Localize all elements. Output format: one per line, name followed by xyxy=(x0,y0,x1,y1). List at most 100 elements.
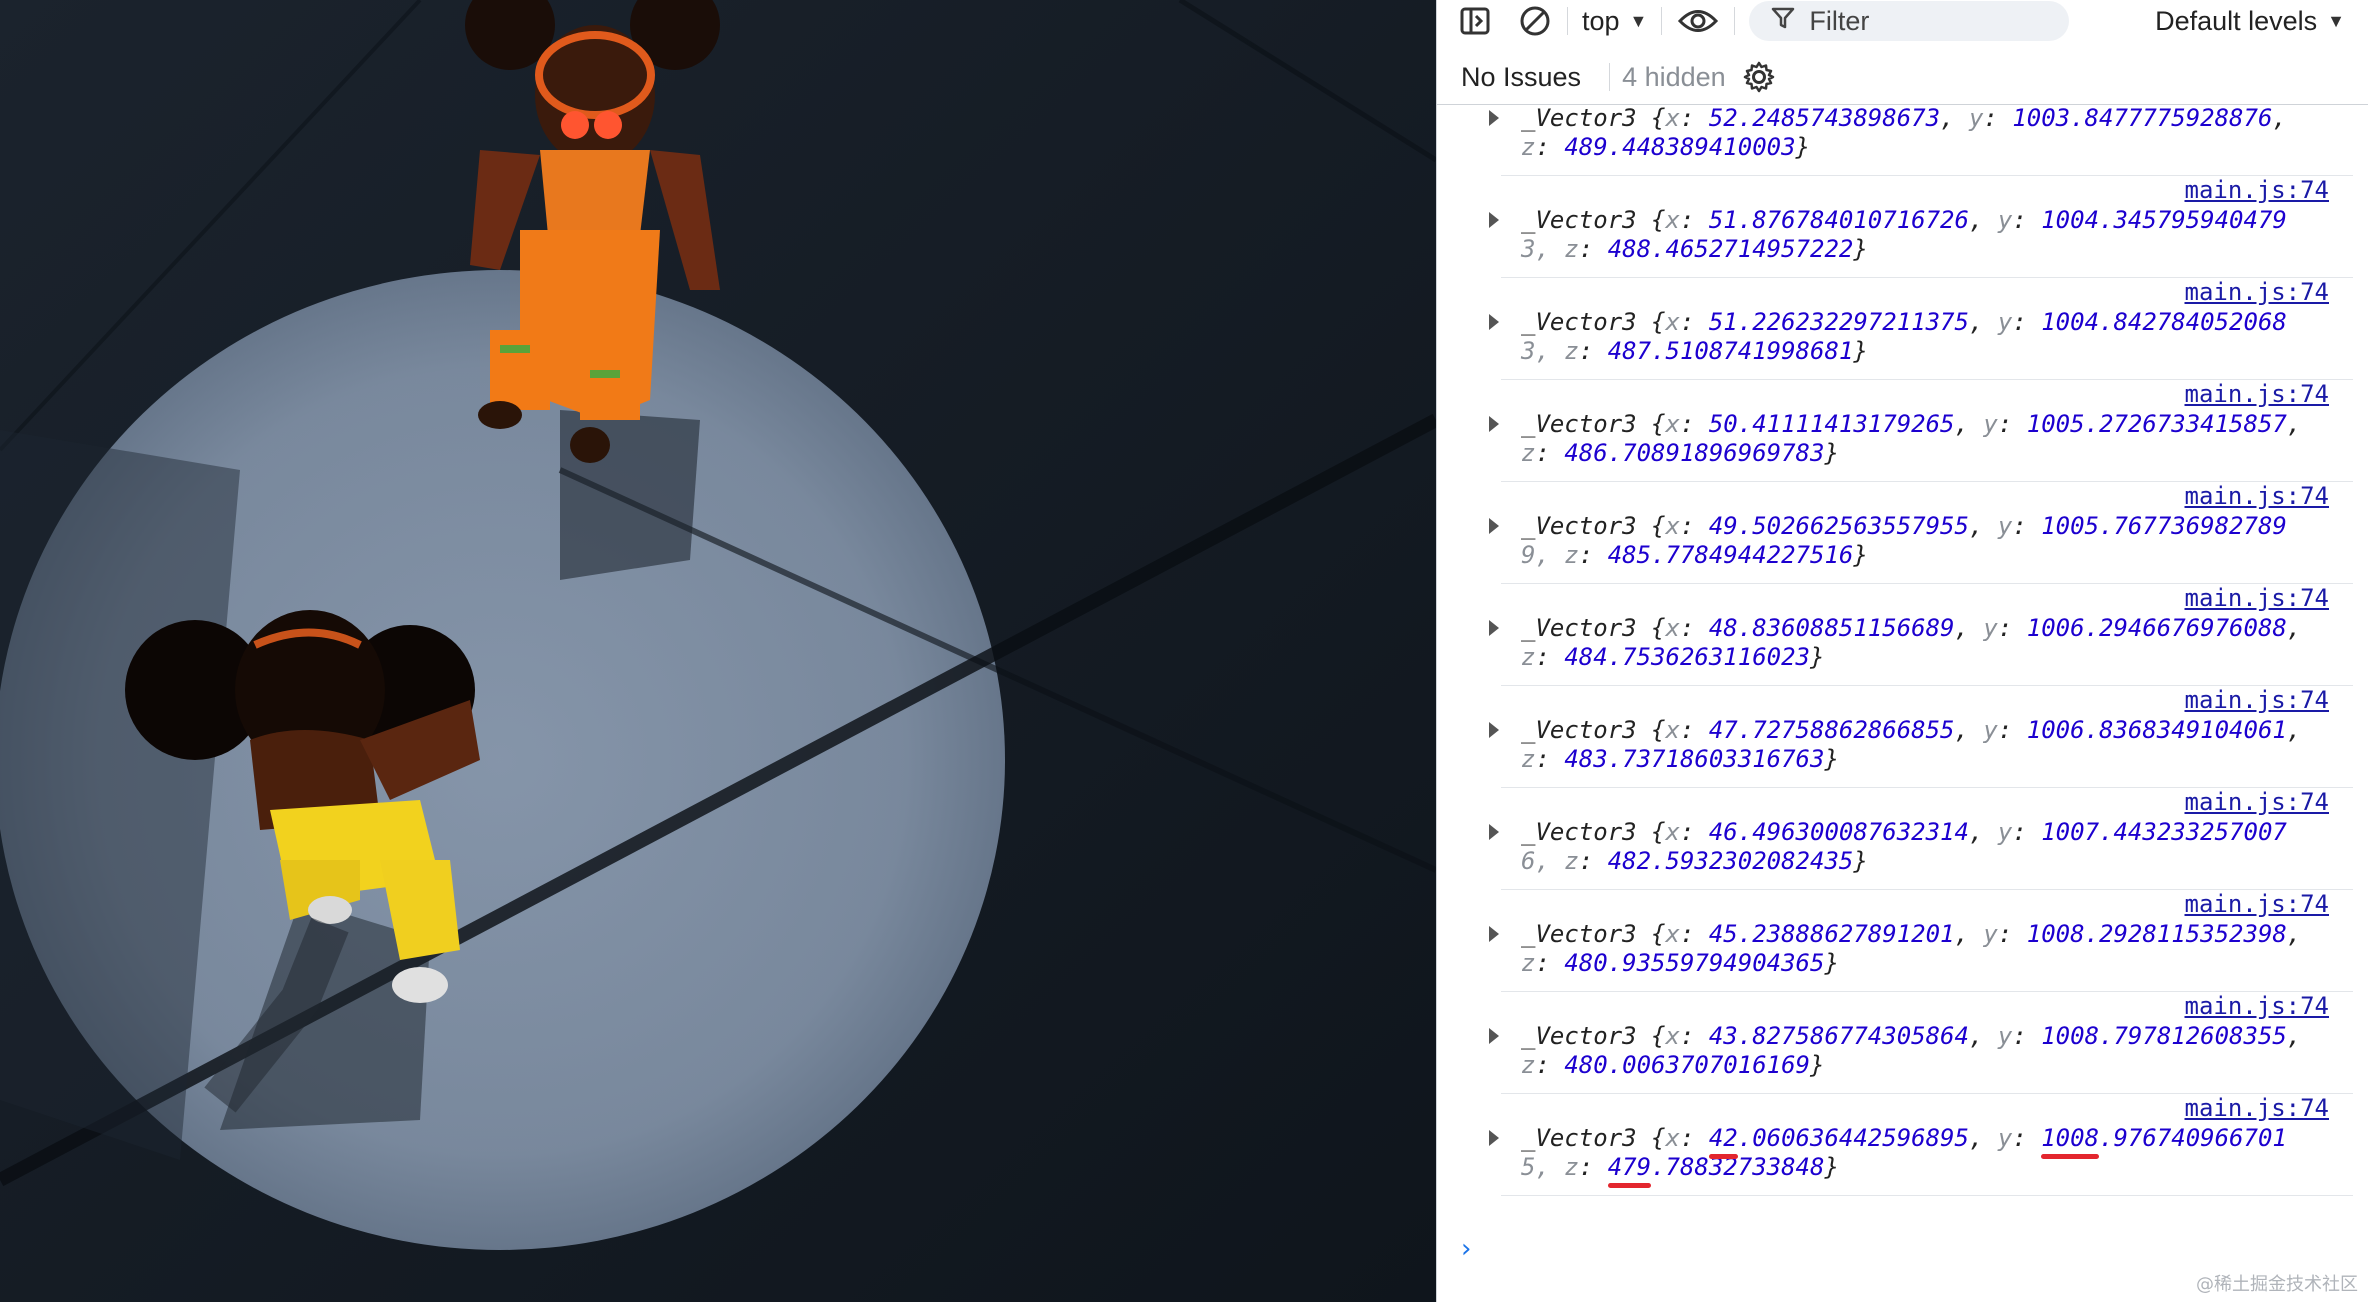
vector3-log-line: 3, z: 488.4652714957222} xyxy=(1521,235,1868,264)
clear-console-icon[interactable] xyxy=(1517,0,1553,42)
console-message-row[interactable]: main.js:74_Vector3 {x: 52.2485743898673,… xyxy=(1489,104,2353,176)
console-message-row[interactable]: main.js:74 _Vector3 {x: 50.41111413179265… xyxy=(1489,380,2353,482)
vector3-log-line: z: 489.448389410003} xyxy=(1521,133,1810,162)
log-text: _Vector3 { xyxy=(1521,104,1666,132)
log-text: , xyxy=(1968,206,1998,234)
console-message-row[interactable]: main.js:74 _Vector3 {x: 43.82758677430586… xyxy=(1489,992,2353,1094)
source-link[interactable]: main.js:74 xyxy=(2185,176,2330,204)
vector-value: 487.5108741998681 xyxy=(1607,337,1854,365)
log-text: : xyxy=(1679,512,1709,540)
log-text: x xyxy=(1665,104,1680,132)
source-link[interactable]: main.js:74 xyxy=(2185,1094,2330,1122)
console-message-row[interactable]: main.js:74 _Vector3 {x: 46.49630008763231… xyxy=(1489,788,2353,890)
log-text: } xyxy=(1853,337,1868,365)
source-link[interactable]: main.js:74 xyxy=(2185,380,2330,408)
expand-triangle-icon[interactable] xyxy=(1489,110,1499,126)
log-levels-dropdown[interactable]: Default levels ▼ xyxy=(2155,0,2345,42)
expand-triangle-icon[interactable] xyxy=(1489,1130,1499,1146)
screen: top ▼ Filter Default levels ▼ No Issues xyxy=(0,0,2368,1302)
console-message-row[interactable]: main.js:74 _Vector3 {x: 47.72758862866855… xyxy=(1489,686,2353,788)
vector-value: 1008.797812608355 xyxy=(2041,1022,2287,1050)
log-text: y xyxy=(1997,512,2013,540)
log-text: : xyxy=(1997,614,2027,642)
log-text: _Vector3 { xyxy=(1521,1124,1666,1152)
expand-triangle-icon[interactable] xyxy=(1489,518,1499,534)
log-text: z xyxy=(1521,643,1536,671)
source-link[interactable]: main.js:74 xyxy=(2185,788,2330,816)
log-text: x xyxy=(1665,818,1680,846)
vector-value: 483.73718603316763 xyxy=(1564,745,1825,773)
log-text: , xyxy=(2286,614,2302,642)
expand-triangle-icon[interactable] xyxy=(1489,1028,1499,1044)
vector-value: 486.70891896969783 xyxy=(1564,439,1825,467)
console-message-row[interactable]: main.js:74 _Vector3 {x: 42.06063644259689… xyxy=(1489,1094,2353,1196)
vector-value: 488.4652714957222 xyxy=(1607,235,1854,263)
vector3-log-line: z: 480.93559794904365} xyxy=(1521,949,1839,978)
filter-input[interactable]: Filter xyxy=(1749,1,2070,41)
log-text: z xyxy=(1521,949,1536,977)
log-text: } xyxy=(1810,643,1825,671)
log-text: : xyxy=(1679,818,1709,846)
log-text: : xyxy=(1578,337,1608,365)
log-text: : xyxy=(1997,410,2027,438)
log-text: : xyxy=(1535,745,1565,773)
expand-triangle-icon[interactable] xyxy=(1489,722,1499,738)
vector-value: 52.2485743898673 xyxy=(1708,104,1941,132)
log-text: , xyxy=(1968,308,1998,336)
sidebar-toggle-icon[interactable] xyxy=(1457,0,1493,42)
console-message-row[interactable]: main.js:74 _Vector3 {x: 51.87678401071672… xyxy=(1489,176,2353,278)
console-message-row[interactable]: main.js:74 _Vector3 {x: 51.22623229721137… xyxy=(1489,278,2353,380)
log-text: z xyxy=(1521,439,1536,467)
log-text: , xyxy=(2286,410,2302,438)
source-link[interactable]: main.js:74 xyxy=(2185,482,2330,510)
vector-value: 480.93559794904365 xyxy=(1564,949,1825,977)
filter-placeholder: Filter xyxy=(1809,5,1870,36)
live-expression-eye-icon[interactable] xyxy=(1676,0,1720,42)
webgl-canvas[interactable] xyxy=(0,0,1436,1302)
vector3-log-line: _Vector3 {x: 47.72758862866855, y: 1006.… xyxy=(1521,716,2301,745)
expand-triangle-icon[interactable] xyxy=(1489,314,1499,330)
log-text: _Vector3 { xyxy=(1521,614,1666,642)
vector-value: 42.060636442596895 xyxy=(1708,1124,1969,1152)
log-text: : xyxy=(1679,308,1709,336)
log-text: : xyxy=(1679,104,1709,132)
log-text: y xyxy=(1983,716,1998,744)
console-message-row[interactable]: main.js:74 _Vector3 {x: 45.23888627891201… xyxy=(1489,890,2353,992)
vector-value: 1006.8368349104061 xyxy=(2026,716,2287,744)
source-link[interactable]: main.js:74 xyxy=(2185,890,2330,918)
console-settings-gear-icon[interactable] xyxy=(1742,60,1776,94)
source-link[interactable]: main.js:74 xyxy=(2185,686,2330,714)
log-text: , xyxy=(1940,104,1969,132)
context-selector[interactable]: top ▼ xyxy=(1582,0,1647,42)
log-text: : xyxy=(1535,643,1565,671)
vector-value: 485.7784944227516 xyxy=(1607,541,1854,569)
log-text: : xyxy=(1679,206,1709,234)
vector3-log-line: _Vector3 {x: 51.226232297211375, y: 1004… xyxy=(1521,308,2287,337)
vector-value: 1008.976740966701 xyxy=(2041,1124,2287,1152)
log-text: : xyxy=(1578,541,1608,569)
log-text: _Vector3 { xyxy=(1521,920,1666,948)
console-prompt-chevron-icon[interactable]: › xyxy=(1461,1234,1471,1264)
vector-value: 50.41111413179265 xyxy=(1708,410,1955,438)
source-link[interactable]: main.js:74 xyxy=(2185,992,2330,1020)
log-text: : xyxy=(1997,920,2027,948)
log-text: y xyxy=(1997,206,2013,234)
expand-triangle-icon[interactable] xyxy=(1489,212,1499,228)
expand-triangle-icon[interactable] xyxy=(1489,926,1499,942)
log-text: _Vector3 { xyxy=(1521,1022,1666,1050)
expand-triangle-icon[interactable] xyxy=(1489,620,1499,636)
log-text: x xyxy=(1665,206,1680,234)
log-text: , xyxy=(2272,104,2287,132)
log-text: , xyxy=(2286,920,2302,948)
source-link[interactable]: main.js:74 xyxy=(2185,584,2330,612)
no-issues-link[interactable]: No Issues xyxy=(1461,62,1581,93)
console-message-row[interactable]: main.js:74 _Vector3 {x: 49.50266256355795… xyxy=(1489,482,2353,584)
source-link[interactable]: main.js:74 xyxy=(2185,278,2330,306)
log-text: x xyxy=(1665,410,1680,438)
log-text: x xyxy=(1665,1124,1680,1152)
log-text: } xyxy=(1795,133,1810,161)
expand-triangle-icon[interactable] xyxy=(1489,416,1499,432)
expand-triangle-icon[interactable] xyxy=(1489,824,1499,840)
log-text: , xyxy=(1954,410,1984,438)
console-message-row[interactable]: main.js:74 _Vector3 {x: 48.83608851156689… xyxy=(1489,584,2353,686)
